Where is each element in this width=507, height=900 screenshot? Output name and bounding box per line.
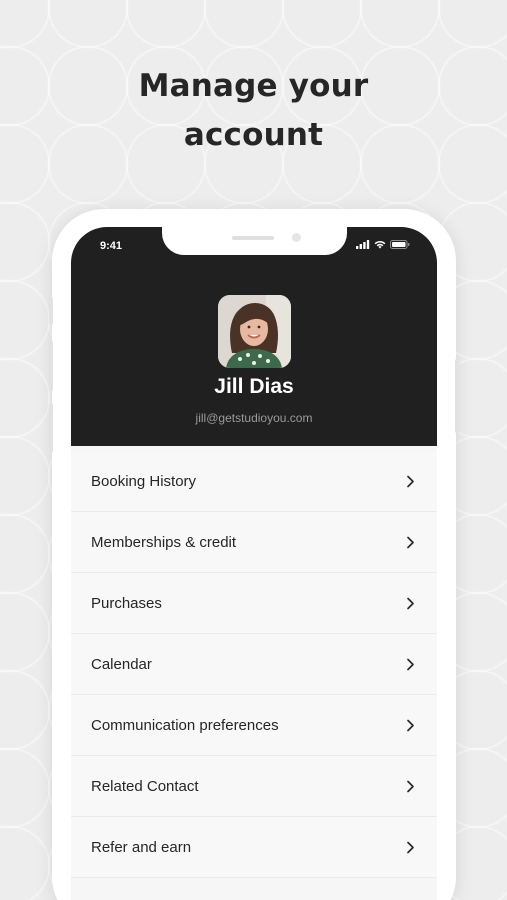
menu-item-calendar[interactable]: Calendar [71, 634, 437, 695]
phone-notch [162, 227, 347, 255]
profile-email: jill@getstudioyou.com [195, 411, 313, 425]
page-headline: Manage your account [0, 62, 507, 160]
chevron-right-icon [407, 536, 414, 549]
phone-frame: 9:41 Jill Dias jill@getstudioyou.com Boo… [49, 209, 459, 900]
menu-item-label: Purchases [91, 595, 162, 612]
chevron-right-icon [407, 780, 414, 793]
power-button [455, 359, 459, 433]
battery-icon [390, 240, 410, 249]
menu-item-label: Memberships & credit [91, 534, 237, 551]
volume-down-button [49, 403, 53, 453]
profile-header: 9:41 Jill Dias jill@getstudioyou.com [71, 227, 437, 446]
front-camera [292, 233, 301, 242]
menu-item-refer-and-earn[interactable]: Refer and earn [71, 817, 437, 878]
avatar-photo-icon [218, 295, 291, 368]
profile-name: Jill Dias [214, 375, 294, 398]
signal-icon [356, 240, 370, 249]
menu-item-label: Related Contact [91, 778, 199, 795]
menu-item-label: Refer and earn [91, 839, 192, 856]
chevron-right-icon [407, 475, 414, 488]
headline-line-2: account [183, 117, 324, 153]
profile-avatar[interactable] [218, 295, 291, 368]
headline-line-1: Manage your [138, 68, 369, 104]
status-icons [356, 240, 410, 249]
volume-up-button [49, 341, 53, 391]
chevron-right-icon [407, 719, 414, 732]
chevron-right-icon [407, 658, 414, 671]
menu-item-label: Booking History [91, 473, 197, 490]
menu-item-booking-history[interactable]: Booking History [71, 451, 437, 512]
mute-switch [49, 297, 53, 325]
menu-item-memberships-credit[interactable]: Memberships & credit [71, 512, 437, 573]
account-menu: Booking History Memberships & credit Pur… [71, 451, 437, 878]
menu-item-related-contact[interactable]: Related Contact [71, 756, 437, 817]
wifi-icon [374, 240, 386, 249]
phone-screen: 9:41 Jill Dias jill@getstudioyou.com Boo… [71, 227, 437, 900]
menu-item-purchases[interactable]: Purchases [71, 573, 437, 634]
chevron-right-icon [407, 597, 414, 610]
speaker-grille [232, 236, 274, 240]
status-time: 9:41 [100, 240, 123, 252]
menu-item-communication-preferences[interactable]: Communication preferences [71, 695, 437, 756]
menu-item-label: Communication preferences [91, 717, 279, 734]
chevron-right-icon [407, 841, 414, 854]
menu-item-label: Calendar [91, 656, 152, 673]
